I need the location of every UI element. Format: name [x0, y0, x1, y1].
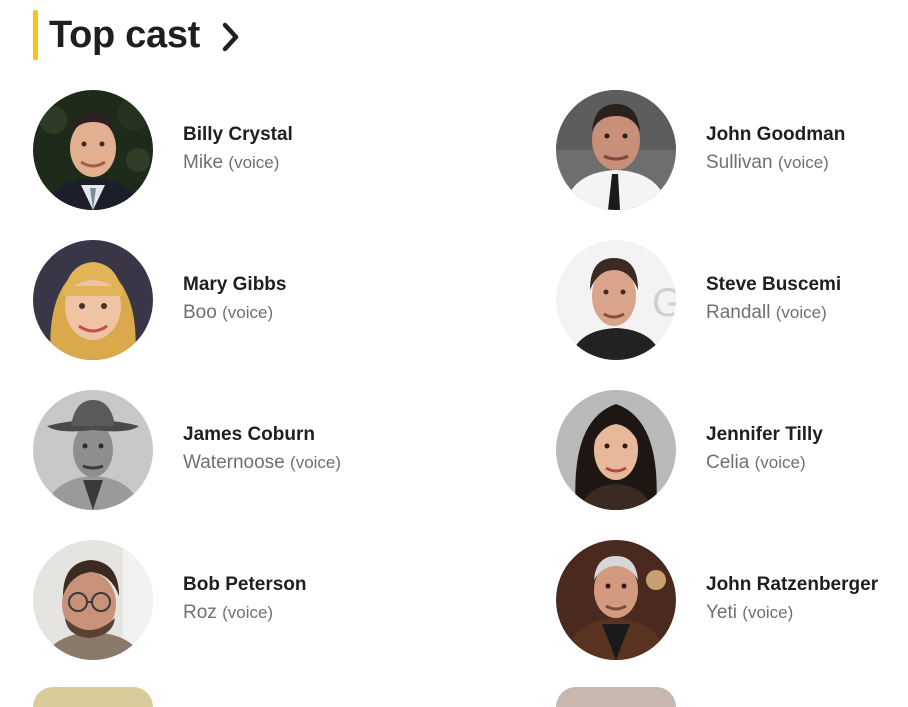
actor-name[interactable]: James Coburn [183, 422, 341, 448]
character-name[interactable]: Waternoose (voice) [183, 448, 341, 478]
actor-name[interactable]: Steve Buscemi [706, 272, 841, 298]
actor-photo-james-coburn[interactable] [33, 390, 153, 510]
character-label: Sullivan [706, 152, 773, 173]
cast-item[interactable]: John Goodman Sullivan (voice) [556, 90, 845, 210]
character-label: Roz [183, 602, 217, 623]
actor-name[interactable]: Mary Gibbs [183, 272, 286, 298]
actor-name[interactable]: John Ratzenberger [706, 572, 878, 598]
cast-item[interactable]: Jennifer Tilly Celia (voice) [556, 390, 823, 510]
cast-item[interactable]: John Ratzenberger Yeti (voice) [556, 540, 878, 660]
character-name[interactable]: Randall (voice) [706, 298, 841, 328]
cast-item[interactable]: Mary Gibbs Boo (voice) [33, 240, 286, 360]
character-label: Boo [183, 302, 217, 323]
character-name[interactable]: Sullivan (voice) [706, 148, 845, 178]
character-note: (voice) [754, 453, 806, 472]
actor-photo-bob-peterson[interactable] [33, 540, 153, 660]
character-label: Yeti [706, 602, 737, 623]
actor-name[interactable]: Billy Crystal [183, 122, 293, 148]
actor-name[interactable]: John Goodman [706, 122, 845, 148]
character-note: (voice) [222, 303, 274, 322]
actor-photo-john-ratzenberger[interactable] [556, 540, 676, 660]
character-note: (voice) [742, 603, 794, 622]
actor-name[interactable]: Jennifer Tilly [706, 422, 823, 448]
character-name[interactable]: Celia (voice) [706, 448, 823, 478]
character-note: (voice) [775, 303, 827, 322]
character-label: Mike [183, 152, 224, 173]
character-label: Randall [706, 302, 771, 323]
character-note: (voice) [228, 153, 280, 172]
character-name[interactable]: Mike (voice) [183, 148, 293, 178]
actor-photo-john-goodman[interactable] [556, 90, 676, 210]
actor-photo-steve-buscemi[interactable]: G [556, 240, 676, 360]
character-name[interactable]: Roz (voice) [183, 598, 307, 628]
actor-photo-partial[interactable] [556, 687, 676, 707]
character-name[interactable]: Yeti (voice) [706, 598, 878, 628]
cast-item[interactable]: Billy Crystal Mike (voice) [33, 90, 293, 210]
actor-photo-billy-crystal[interactable] [33, 90, 153, 210]
cast-item[interactable]: James Coburn Waternoose (voice) [33, 390, 341, 510]
character-note: (voice) [777, 153, 829, 172]
character-label: Celia [706, 452, 750, 473]
cast-item[interactable]: Bob Peterson Roz (voice) [33, 540, 307, 660]
actor-photo-partial[interactable] [33, 687, 153, 707]
actor-photo-mary-gibbs[interactable] [33, 240, 153, 360]
svg-text:G: G [652, 281, 676, 325]
character-note: (voice) [290, 453, 342, 472]
actor-photo-jennifer-tilly[interactable] [556, 390, 676, 510]
actor-name[interactable]: Bob Peterson [183, 572, 307, 598]
cast-grid: Billy Crystal Mike (voice) John Goodman … [0, 0, 908, 707]
character-note: (voice) [222, 603, 274, 622]
character-name[interactable]: Boo (voice) [183, 298, 286, 328]
character-label: Waternoose [183, 452, 285, 473]
cast-item[interactable]: G Steve Buscemi Randall (voice) [556, 240, 841, 360]
